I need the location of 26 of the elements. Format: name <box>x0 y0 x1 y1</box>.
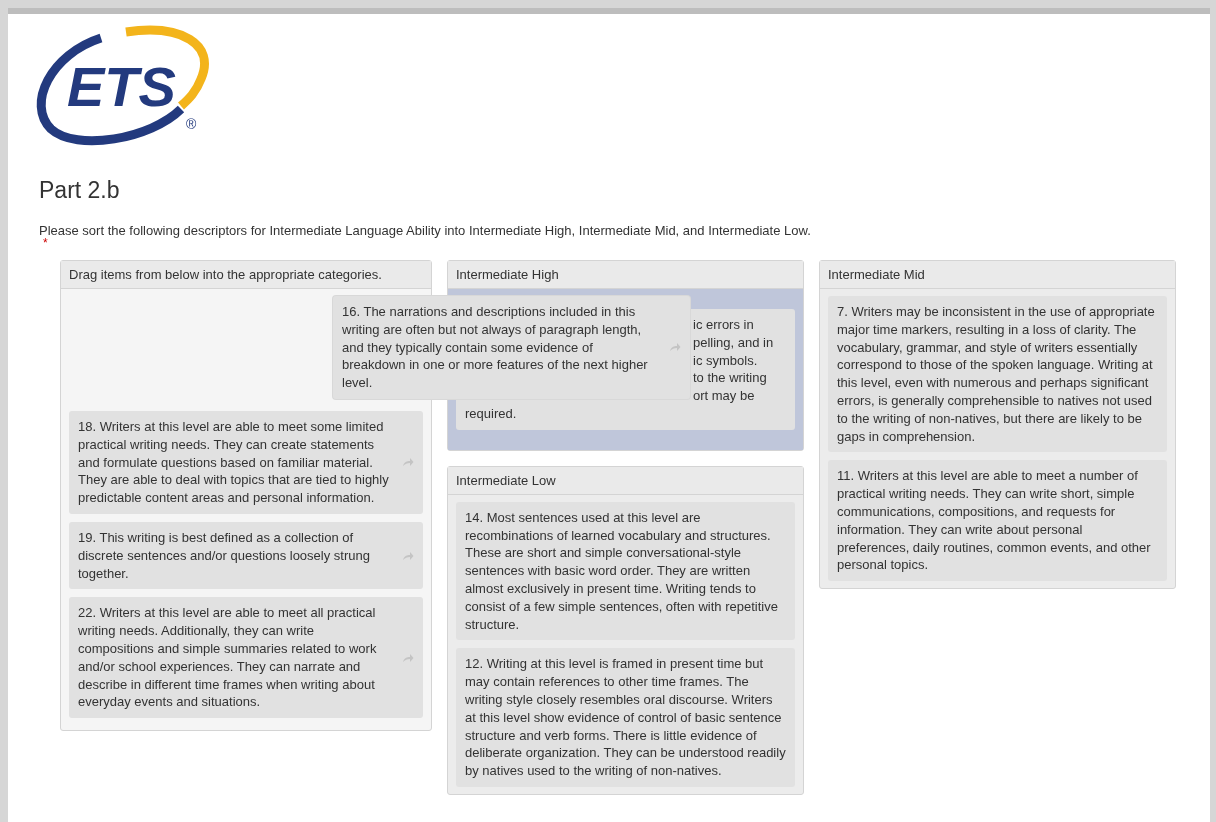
arrow-icon <box>402 550 414 561</box>
item-text: pelling, and in <box>693 334 774 350</box>
sorted-item[interactable]: 7. Writers may be inconsistent in the use of appropriate major time markers, resulting in a loss of clarity. The vocabulary, grammar, and style of writers essentially correspond to those of the spoken language. Writing at this level, even with numerous and perhaps significant errors, is generally comprehensible to natives not used to the writing of non-natives, but there are likely to be gaps in comprehension. <box>828 296 1167 453</box>
panel-heading: Intermediate High <box>448 261 803 289</box>
panel-heading: Intermediate Low <box>448 466 803 495</box>
dragged-item[interactable]: 16. The narrations and descriptions included in this writing are often but not always of paragraph length, and they typically contain some evidence of breakdown in one or more features of the next higher level. <box>333 296 690 399</box>
page-title: Part 2.b <box>39 177 121 204</box>
item-text: required. <box>465 406 517 421</box>
item-text: ic errors in <box>693 317 754 332</box>
sorted-item[interactable]: 11. Writers at this level are able to meet a number of practical writing needs. They can write short, simple communications, compositions, and requests for information. They can write about personal preferences, daily routines, common events, and other personal topics. <box>828 460 1167 582</box>
draggable-item[interactable]: 18. Writers at this level are able to meet some limited practical writing needs. They can create statements and formulate questions based on familiar material. They are able to deal with topics that are tied to highly predictable content areas and personal information. <box>69 411 423 514</box>
sorted-item[interactable]: 12. Writing at this level is framed in present time but may contain references to other time frames. The writing style closely resembles oral discourse. Writers at this level show evidence of control of basic sentence structure and verb forms. There is little evidence of deliberate organization. They can be understood readily by natives used to the writing of non-natives. <box>456 648 795 787</box>
item-text: ort may be <box>693 388 755 404</box>
sorted-item[interactable]: 14. Most sentences used at this level are recombinations of learned vocabulary and structures. These are short and simple conversational-style sentences with basic word order. They are written almost exclusively in present time. Writing tends to consist of a few simple sentences, often with repetitive structure. <box>456 501 795 641</box>
ets-logo: ETS ® <box>31 24 211 149</box>
arrow-icon <box>402 652 414 663</box>
item-text: to the writing <box>693 370 767 386</box>
arrow-icon <box>402 457 414 468</box>
arrow-icon <box>669 342 681 353</box>
required-mark: * <box>43 238 49 250</box>
question-text: Please sort the following descriptors for Intermediate Language Ability into Intermediate High, Intermediate Mid, and Intermediate Low. <box>39 223 812 238</box>
item-text: ic symbols. <box>693 352 758 368</box>
draggable-item[interactable]: 19. This writing is best defined as a collection of discrete sentences and/or questions loosely strung together. <box>69 522 423 590</box>
panel-heading: Drag items from below into the appropriate categories. <box>61 261 431 289</box>
draggable-item[interactable]: 22. Writers at this level are able to meet all practical writing needs. Additionally, they can write compositions and simple summaries related to work and/or school experiences. They can narrate and describe in different time frames when writing about everyday events and situations. <box>69 597 423 719</box>
panel-heading: Intermediate Mid <box>820 261 1175 289</box>
